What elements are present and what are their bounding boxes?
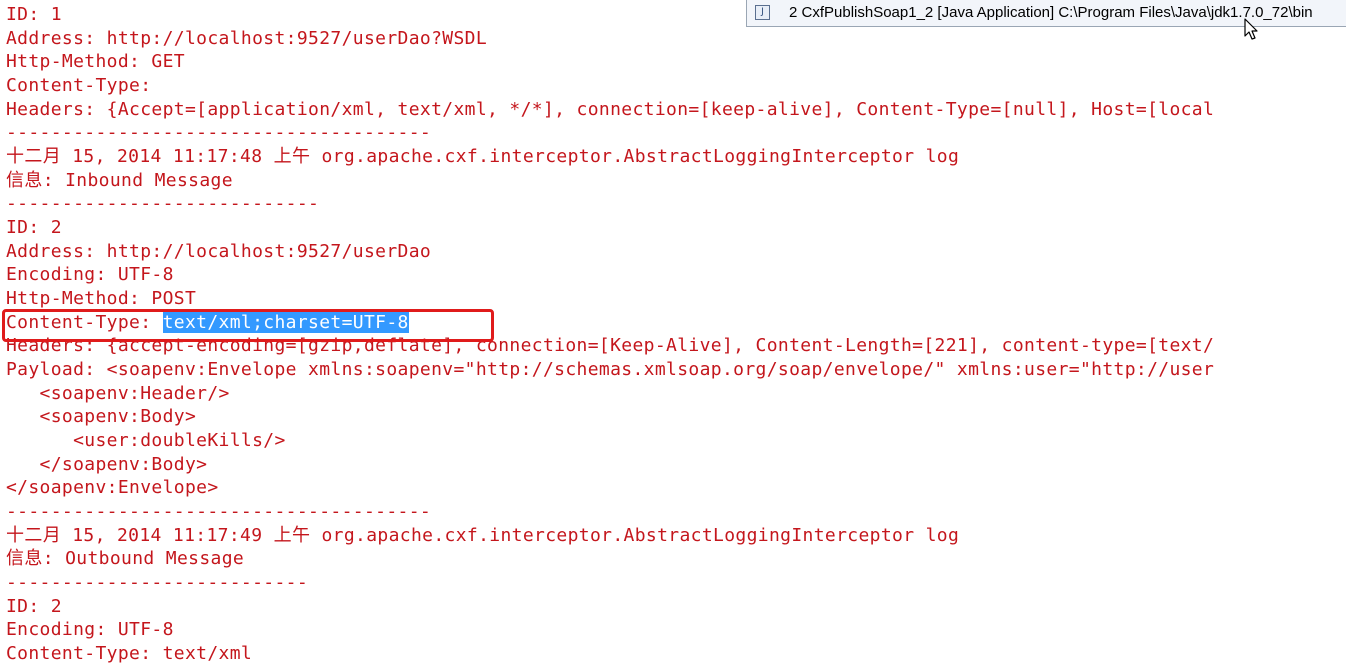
log-line: <user:doubleKills/> [6,430,286,451]
log-separator: -------------------------------------- [6,501,432,522]
log-line: 十二月 15, 2014 11:17:49 上午 org.apache.cxf.… [6,525,960,546]
mouse-cursor-icon [1244,18,1258,40]
log-line: ID: 2 [6,596,62,617]
log-line: <soapenv:Body> [6,406,197,427]
launch-label: 2 CxfPublishSoap1_2 [Java Application] C… [789,4,1313,21]
log-line: Headers: {accept-encoding=[gzip,deflate]… [6,335,1215,356]
log-line: Content-Type: [6,75,152,96]
log-line: ID: 1 [6,4,62,25]
log-line: Encoding: UTF-8 [6,619,174,640]
log-separator: ---------------------------- [6,193,320,214]
log-line: <soapenv:Header/> [6,383,230,404]
log-line: Payload: <soapenv:Envelope xmlns:soapenv… [6,359,1215,380]
log-line: Address: http://localhost:9527/userDao?W… [6,28,488,49]
log-line: </soapenv:Body> [6,454,208,475]
content-type-label: Content-Type: [6,312,163,333]
log-line: 信息: Outbound Message [6,548,245,569]
log-line: ID: 2 [6,217,62,238]
log-line: Encoding: UTF-8 [6,264,174,285]
log-line-content-type: Content-Type: text/xml;charset=UTF-8 [6,311,409,334]
selected-text[interactable]: text/xml;charset=UTF-8 [162,312,409,333]
log-line: 信息: Inbound Message [6,170,233,191]
log-separator: -------------------------------------- [6,122,432,143]
log-line: </soapenv:Envelope> [6,477,219,498]
log-line: Http-Method: POST [6,288,197,309]
log-line: Address: http://localhost:9527/userDao [6,241,432,262]
log-line: Http-Method: GET [6,51,185,72]
log-separator: --------------------------- [6,572,309,593]
log-line: Headers: {Accept=[application/xml, text/… [6,99,1215,120]
log-line: Content-Type: text/xml [6,643,253,664]
console-output[interactable]: ID: 1 Address: http://localhost:9527/use… [0,0,1346,665]
log-line: 十二月 15, 2014 11:17:48 上午 org.apache.cxf.… [6,146,960,167]
java-app-icon: J [755,5,770,20]
